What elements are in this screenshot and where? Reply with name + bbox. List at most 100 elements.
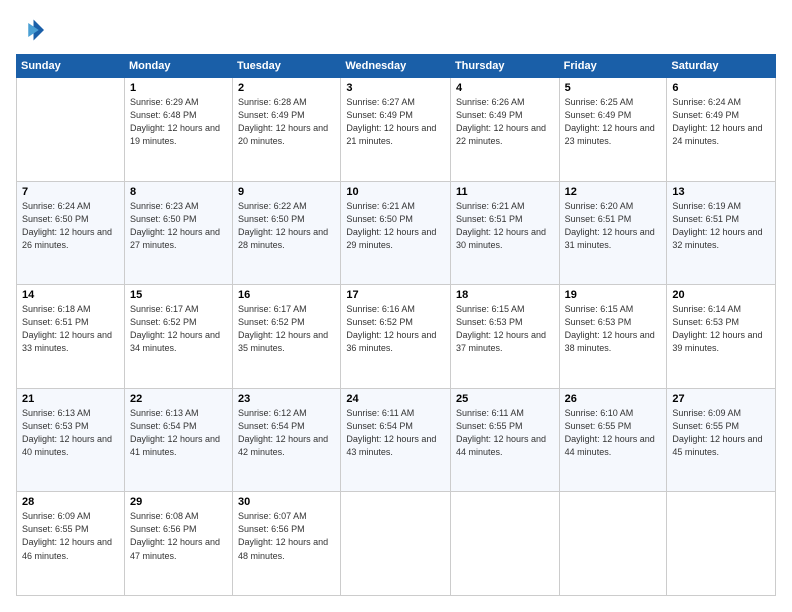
col-header-thursday: Thursday [450, 55, 559, 78]
calendar-week-row: 28 Sunrise: 6:09 AMSunset: 6:55 PMDaylig… [17, 492, 776, 596]
day-info: Sunrise: 6:21 AMSunset: 6:51 PMDaylight:… [456, 201, 546, 250]
day-number: 29 [130, 496, 227, 508]
day-number: 21 [22, 393, 119, 405]
calendar-cell: 23 Sunrise: 6:12 AMSunset: 6:54 PMDaylig… [233, 388, 341, 492]
calendar-cell: 24 Sunrise: 6:11 AMSunset: 6:54 PMDaylig… [341, 388, 451, 492]
day-info: Sunrise: 6:24 AMSunset: 6:49 PMDaylight:… [672, 97, 762, 146]
day-info: Sunrise: 6:29 AMSunset: 6:48 PMDaylight:… [130, 97, 220, 146]
day-info: Sunrise: 6:27 AMSunset: 6:49 PMDaylight:… [346, 97, 436, 146]
day-number: 9 [238, 186, 335, 198]
calendar-week-row: 21 Sunrise: 6:13 AMSunset: 6:53 PMDaylig… [17, 388, 776, 492]
day-number: 14 [22, 289, 119, 301]
day-info: Sunrise: 6:13 AMSunset: 6:54 PMDaylight:… [130, 408, 220, 457]
day-number: 6 [672, 82, 770, 94]
calendar-cell [667, 492, 776, 596]
day-info: Sunrise: 6:20 AMSunset: 6:51 PMDaylight:… [565, 201, 655, 250]
calendar-cell: 6 Sunrise: 6:24 AMSunset: 6:49 PMDayligh… [667, 78, 776, 182]
col-header-saturday: Saturday [667, 55, 776, 78]
day-info: Sunrise: 6:14 AMSunset: 6:53 PMDaylight:… [672, 304, 762, 353]
day-info: Sunrise: 6:10 AMSunset: 6:55 PMDaylight:… [565, 408, 655, 457]
calendar-cell: 30 Sunrise: 6:07 AMSunset: 6:56 PMDaylig… [233, 492, 341, 596]
day-info: Sunrise: 6:24 AMSunset: 6:50 PMDaylight:… [22, 201, 112, 250]
day-info: Sunrise: 6:21 AMSunset: 6:50 PMDaylight:… [346, 201, 436, 250]
header-row: SundayMondayTuesdayWednesdayThursdayFrid… [17, 55, 776, 78]
calendar-cell: 5 Sunrise: 6:25 AMSunset: 6:49 PMDayligh… [559, 78, 667, 182]
calendar-cell: 9 Sunrise: 6:22 AMSunset: 6:50 PMDayligh… [233, 181, 341, 285]
day-number: 28 [22, 496, 119, 508]
calendar-cell: 29 Sunrise: 6:08 AMSunset: 6:56 PMDaylig… [124, 492, 232, 596]
calendar-cell: 22 Sunrise: 6:13 AMSunset: 6:54 PMDaylig… [124, 388, 232, 492]
day-info: Sunrise: 6:17 AMSunset: 6:52 PMDaylight:… [130, 304, 220, 353]
calendar-cell: 4 Sunrise: 6:26 AMSunset: 6:49 PMDayligh… [450, 78, 559, 182]
calendar-week-row: 7 Sunrise: 6:24 AMSunset: 6:50 PMDayligh… [17, 181, 776, 285]
header [16, 16, 776, 44]
day-number: 3 [346, 82, 445, 94]
day-number: 25 [456, 393, 554, 405]
day-number: 24 [346, 393, 445, 405]
calendar-cell: 19 Sunrise: 6:15 AMSunset: 6:53 PMDaylig… [559, 285, 667, 389]
calendar-cell [17, 78, 125, 182]
day-number: 12 [565, 186, 662, 198]
day-number: 19 [565, 289, 662, 301]
calendar-cell: 14 Sunrise: 6:18 AMSunset: 6:51 PMDaylig… [17, 285, 125, 389]
day-info: Sunrise: 6:09 AMSunset: 6:55 PMDaylight:… [22, 511, 112, 560]
day-number: 16 [238, 289, 335, 301]
calendar-table: SundayMondayTuesdayWednesdayThursdayFrid… [16, 54, 776, 596]
day-number: 2 [238, 82, 335, 94]
day-info: Sunrise: 6:15 AMSunset: 6:53 PMDaylight:… [565, 304, 655, 353]
calendar-cell: 15 Sunrise: 6:17 AMSunset: 6:52 PMDaylig… [124, 285, 232, 389]
calendar-cell: 17 Sunrise: 6:16 AMSunset: 6:52 PMDaylig… [341, 285, 451, 389]
day-number: 11 [456, 186, 554, 198]
day-info: Sunrise: 6:12 AMSunset: 6:54 PMDaylight:… [238, 408, 328, 457]
page: SundayMondayTuesdayWednesdayThursdayFrid… [0, 0, 792, 612]
day-number: 15 [130, 289, 227, 301]
calendar-cell: 25 Sunrise: 6:11 AMSunset: 6:55 PMDaylig… [450, 388, 559, 492]
day-number: 26 [565, 393, 662, 405]
day-number: 1 [130, 82, 227, 94]
logo-icon [16, 16, 44, 44]
day-number: 7 [22, 186, 119, 198]
day-info: Sunrise: 6:13 AMSunset: 6:53 PMDaylight:… [22, 408, 112, 457]
day-number: 17 [346, 289, 445, 301]
calendar-cell: 27 Sunrise: 6:09 AMSunset: 6:55 PMDaylig… [667, 388, 776, 492]
day-info: Sunrise: 6:08 AMSunset: 6:56 PMDaylight:… [130, 511, 220, 560]
day-number: 10 [346, 186, 445, 198]
day-info: Sunrise: 6:19 AMSunset: 6:51 PMDaylight:… [672, 201, 762, 250]
day-info: Sunrise: 6:22 AMSunset: 6:50 PMDaylight:… [238, 201, 328, 250]
day-info: Sunrise: 6:11 AMSunset: 6:54 PMDaylight:… [346, 408, 436, 457]
col-header-tuesday: Tuesday [233, 55, 341, 78]
day-number: 20 [672, 289, 770, 301]
day-info: Sunrise: 6:15 AMSunset: 6:53 PMDaylight:… [456, 304, 546, 353]
calendar-cell: 21 Sunrise: 6:13 AMSunset: 6:53 PMDaylig… [17, 388, 125, 492]
day-info: Sunrise: 6:18 AMSunset: 6:51 PMDaylight:… [22, 304, 112, 353]
calendar-cell: 28 Sunrise: 6:09 AMSunset: 6:55 PMDaylig… [17, 492, 125, 596]
calendar-cell [341, 492, 451, 596]
calendar-cell: 10 Sunrise: 6:21 AMSunset: 6:50 PMDaylig… [341, 181, 451, 285]
day-info: Sunrise: 6:28 AMSunset: 6:49 PMDaylight:… [238, 97, 328, 146]
calendar-cell: 20 Sunrise: 6:14 AMSunset: 6:53 PMDaylig… [667, 285, 776, 389]
calendar-week-row: 14 Sunrise: 6:18 AMSunset: 6:51 PMDaylig… [17, 285, 776, 389]
day-number: 22 [130, 393, 227, 405]
calendar-cell: 12 Sunrise: 6:20 AMSunset: 6:51 PMDaylig… [559, 181, 667, 285]
day-info: Sunrise: 6:26 AMSunset: 6:49 PMDaylight:… [456, 97, 546, 146]
calendar-cell: 18 Sunrise: 6:15 AMSunset: 6:53 PMDaylig… [450, 285, 559, 389]
day-number: 4 [456, 82, 554, 94]
day-number: 23 [238, 393, 335, 405]
calendar-cell: 7 Sunrise: 6:24 AMSunset: 6:50 PMDayligh… [17, 181, 125, 285]
day-info: Sunrise: 6:23 AMSunset: 6:50 PMDaylight:… [130, 201, 220, 250]
calendar-cell: 11 Sunrise: 6:21 AMSunset: 6:51 PMDaylig… [450, 181, 559, 285]
calendar-week-row: 1 Sunrise: 6:29 AMSunset: 6:48 PMDayligh… [17, 78, 776, 182]
calendar-cell: 16 Sunrise: 6:17 AMSunset: 6:52 PMDaylig… [233, 285, 341, 389]
day-info: Sunrise: 6:07 AMSunset: 6:56 PMDaylight:… [238, 511, 328, 560]
day-number: 27 [672, 393, 770, 405]
day-number: 5 [565, 82, 662, 94]
day-info: Sunrise: 6:11 AMSunset: 6:55 PMDaylight:… [456, 408, 546, 457]
calendar-cell [559, 492, 667, 596]
calendar-cell: 8 Sunrise: 6:23 AMSunset: 6:50 PMDayligh… [124, 181, 232, 285]
day-number: 30 [238, 496, 335, 508]
calendar-cell: 3 Sunrise: 6:27 AMSunset: 6:49 PMDayligh… [341, 78, 451, 182]
day-info: Sunrise: 6:16 AMSunset: 6:52 PMDaylight:… [346, 304, 436, 353]
calendar-cell [450, 492, 559, 596]
day-info: Sunrise: 6:09 AMSunset: 6:55 PMDaylight:… [672, 408, 762, 457]
col-header-friday: Friday [559, 55, 667, 78]
